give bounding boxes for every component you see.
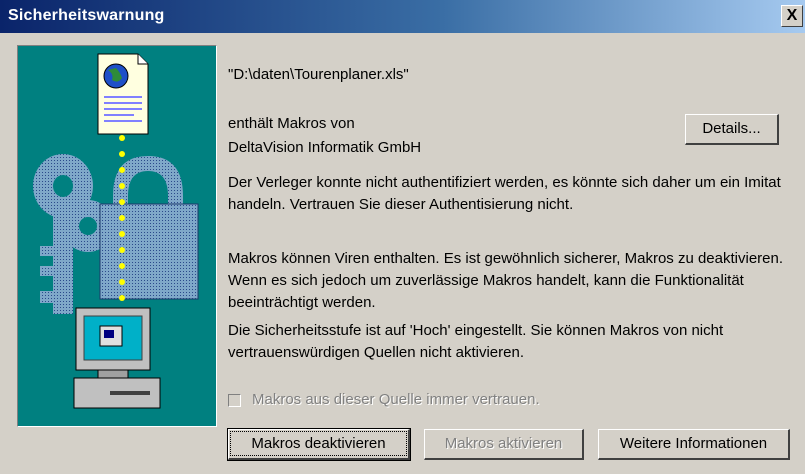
security-level-text: Die Sicherheitsstufe ist auf 'Hoch' eing… — [228, 322, 724, 361]
enable-macros-button[interactable]: Makros aktivieren — [424, 429, 584, 460]
document-globe-icon — [97, 53, 149, 135]
virus-warning-text: Makros können Viren enthalten. Es ist ge… — [228, 250, 784, 311]
more-info-button[interactable]: Weitere Informationen — [598, 429, 790, 460]
window-title: Sicherheitswarnung — [8, 7, 165, 24]
security-warning-dialog: Sicherheitswarnung X "D:\daten\Tourenpla… — [0, 0, 805, 474]
padlock-icon — [99, 156, 199, 300]
details-button[interactable]: Details... — [685, 114, 779, 145]
file-path: "D:\daten\Tourenplaner.xls" — [228, 66, 409, 83]
disable-macros-button[interactable]: Makros deaktivieren — [227, 428, 411, 461]
security-illustration-graphic — [33, 53, 199, 409]
close-button[interactable]: X — [781, 5, 803, 27]
security-illustration — [17, 45, 217, 427]
trust-source-label: Makros aus dieser Quelle immer vertrauen… — [252, 391, 540, 408]
contains-macros-label: enthält Makros von — [228, 115, 355, 132]
auth-warning-text: Der Verleger konnte nicht authentifizier… — [228, 174, 781, 213]
disable-macros-label: Makros deaktivieren — [230, 431, 407, 456]
title-bar[interactable]: Sicherheitswarnung X — [0, 0, 805, 33]
publisher-name: DeltaVision Informatik GmbH — [228, 139, 422, 156]
computer-icon — [73, 307, 161, 409]
trust-source-checkbox[interactable] — [228, 394, 241, 407]
